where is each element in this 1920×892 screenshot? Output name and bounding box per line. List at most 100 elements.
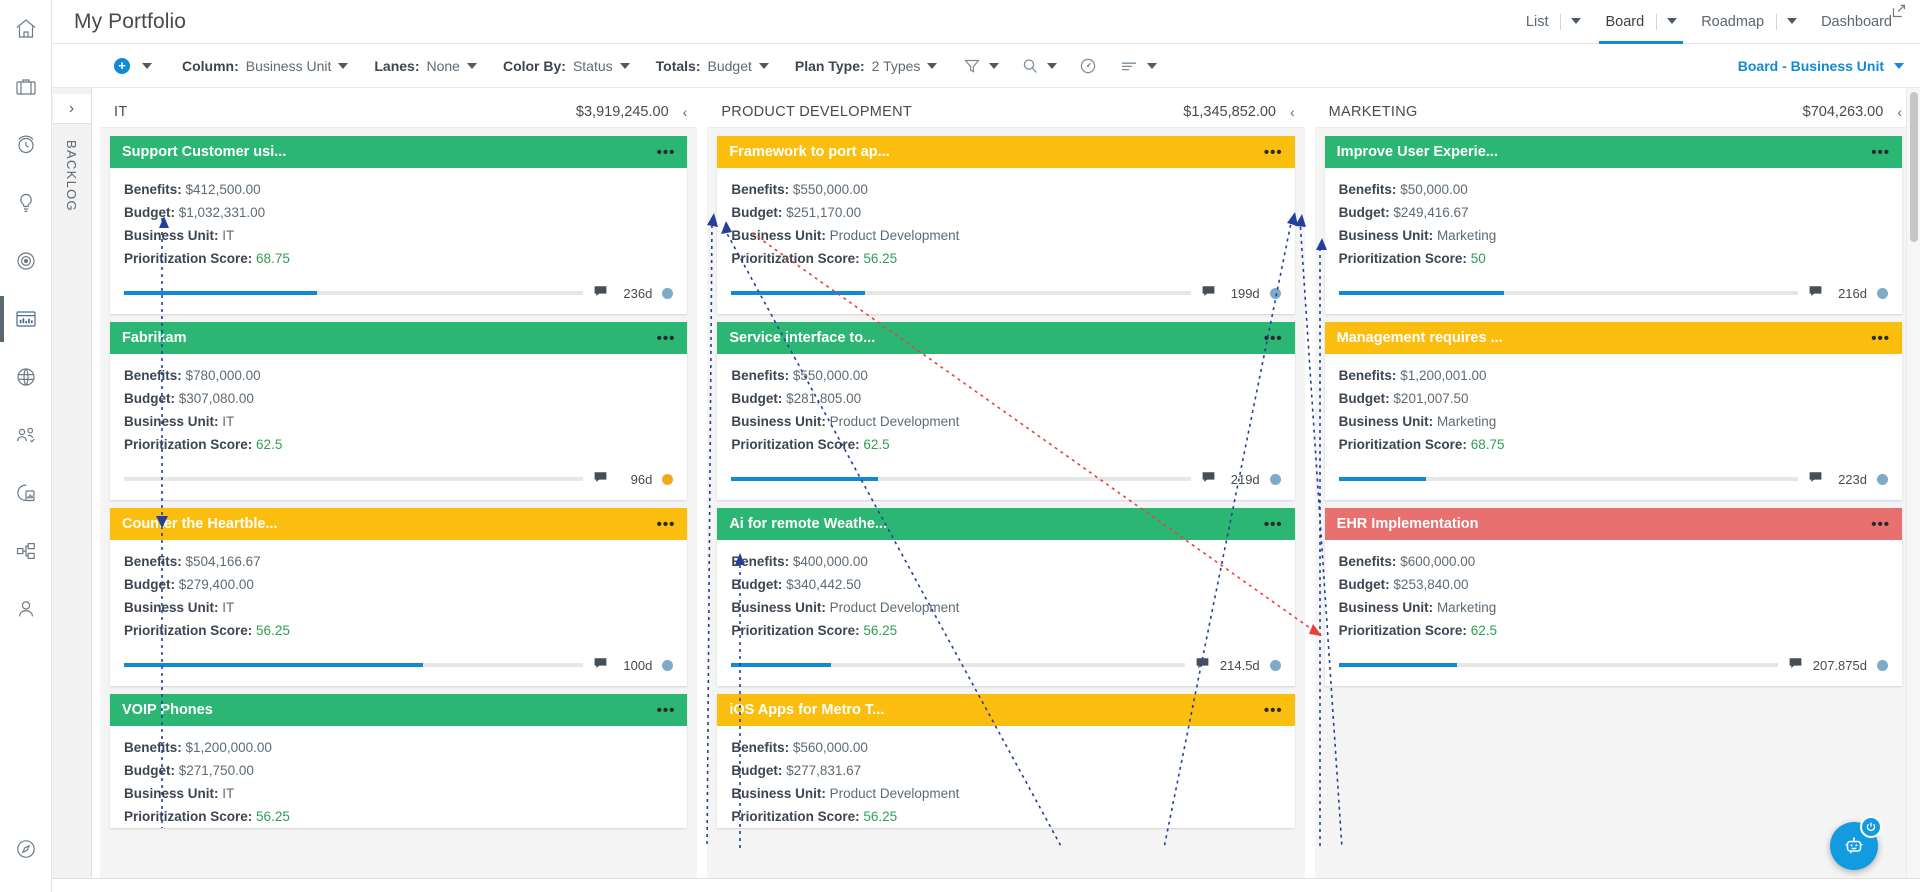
gauge-button[interactable] [1079,57,1097,75]
tab-roadmap[interactable]: Roadmap [1689,0,1809,44]
comment-icon[interactable] [1788,656,1803,674]
card-business-unit-row: Business Unit: Marketing [1339,596,1888,619]
comment-icon[interactable] [593,656,608,674]
filter-totals[interactable]: Totals: Budget [656,58,769,74]
filter-color-by[interactable]: Color By: Status [503,58,630,74]
plan-card[interactable]: EHR Implementation ••• Benefits: $600,000.… [1324,508,1902,686]
tab-roadmap-caret[interactable] [1777,0,1809,44]
comment-icon[interactable] [1201,284,1216,302]
power-icon[interactable] [1860,816,1882,838]
tab-board[interactable]: Board [1593,0,1689,44]
plan-card[interactable]: Management requires ... ••• Benefits: $1,2… [1324,322,1902,500]
card-footer: 216d [1325,270,1902,314]
plan-card[interactable]: Framework to port ap... ••• Benefits: $550… [717,136,1295,314]
plan-card[interactable]: Ai for remote Weathe... ••• Benefits: $400… [717,508,1295,686]
card-budget-row: Budget: $249,416.67 [1339,201,1888,224]
card-menu-button[interactable]: ••• [1256,331,1283,346]
board-selector[interactable]: Board - Business Unit [1738,58,1904,74]
chevron-down-icon[interactable] [466,62,477,69]
filter-column[interactable]: Column: Business Unit [182,58,349,74]
add-plan-group[interactable]: + [114,57,152,74]
plan-card[interactable]: Improve User Experie... ••• Benefits: $50,… [1324,136,1902,314]
column-name: IT [114,103,128,120]
nav-item-plans[interactable] [0,290,52,348]
nav-item-timesheets[interactable] [0,116,52,174]
nav-item-reports[interactable] [0,464,52,522]
comment-icon[interactable] [593,470,608,488]
chevron-down-icon[interactable] [619,62,630,69]
card-score-row: Prioritization Score: 68.75 [124,247,673,270]
comment-icon[interactable] [1195,656,1210,674]
card-menu-button[interactable]: ••• [1863,145,1890,160]
nav-item-home[interactable] [0,0,52,58]
sort-button[interactable] [1119,57,1158,75]
column-collapse-button[interactable]: ‹ [1290,105,1295,119]
add-plan-button[interactable]: + [114,57,130,74]
card-menu-button[interactable]: ••• [649,703,676,718]
title-bar: My Portfolio List Board Roadmap Dashboar… [52,0,1920,44]
score-label: Prioritization Score: [1338,437,1467,452]
comment-icon[interactable] [1808,284,1823,302]
filter-plan-type[interactable]: Plan Type: 2 Types [795,58,938,74]
benefits-label: Benefits: [1338,554,1397,569]
nav-item-goals[interactable] [0,232,52,290]
expand-icon[interactable] [1892,4,1906,23]
card-business-unit-row: Business Unit: IT [124,596,673,619]
plan-card[interactable]: Counter the Heartble... ••• Benefits: $504… [110,508,688,686]
score-label: Prioritization Score: [1338,251,1467,266]
card-menu-button[interactable]: ••• [1863,517,1890,532]
add-plan-caret[interactable] [142,62,152,69]
search-button[interactable] [1021,57,1058,75]
tab-board-caret[interactable] [1657,0,1689,44]
chevron-down-icon[interactable] [927,62,938,69]
filter-lanes[interactable]: Lanes: None [374,58,477,74]
nav-item-explore[interactable] [0,820,52,878]
chevron-down-icon[interactable] [1047,62,1058,69]
benefits-value: $550,000.00 [792,182,868,197]
tab-list-caret[interactable] [1561,0,1593,44]
nav-item-portfolios[interactable] [0,58,52,116]
card-menu-button[interactable]: ••• [1256,517,1283,532]
nav-item-profile[interactable] [0,580,52,638]
board-vertical-scrollbar[interactable]: ▼ [1906,88,1920,892]
chatbot-fab[interactable] [1830,816,1882,870]
nav-item-ideas[interactable] [0,174,52,232]
scrollbar-thumb[interactable] [1910,92,1918,242]
card-menu-button[interactable]: ••• [1256,145,1283,160]
card-budget-row: Budget: $1,032,331.00 [124,201,673,224]
plan-card[interactable]: Service interface to... ••• Benefits: $550… [717,322,1295,500]
card-footer: 207.875d [1325,642,1902,686]
card-menu-button[interactable]: ••• [1863,331,1890,346]
tab-dashboard[interactable]: Dashboard [1809,0,1904,44]
column-collapse-button[interactable]: ‹ [683,105,688,119]
card-menu-button[interactable]: ••• [649,517,676,532]
benefits-value: $400,000.00 [792,554,868,569]
plan-card[interactable]: VOIP Phones ••• Benefits: $1,200,000.00 Bud… [110,694,688,828]
card-menu-button[interactable]: ••• [649,331,676,346]
benefits-value: $1,200,001.00 [1400,368,1487,383]
column-collapse-button[interactable]: ‹ [1897,105,1902,119]
card-menu-button[interactable]: ••• [1256,703,1283,718]
nav-item-structure[interactable] [0,522,52,580]
plan-card[interactable]: Fabrikam ••• Benefits: $780,000.00 Budget: … [110,322,688,500]
card-body: Benefits: $1,200,001.00 Budget: $201,007.… [1325,354,1902,456]
nav-item-resources[interactable] [0,406,52,464]
progress-bar [1338,663,1778,667]
chevron-down-icon[interactable] [1147,62,1158,69]
comment-icon[interactable] [1808,470,1823,488]
chevron-down-icon[interactable] [338,62,349,69]
nav-item-global[interactable] [0,348,52,406]
comment-icon[interactable] [593,284,608,302]
filter-button[interactable] [963,57,1000,75]
plan-card[interactable]: iOS Apps for Metro T... ••• Benefits: $560… [717,694,1295,828]
comment-icon[interactable] [1201,470,1216,488]
chevron-down-icon[interactable] [758,62,769,69]
business-unit-label: Business Unit: [1338,414,1434,429]
card-menu-button[interactable]: ••• [649,145,676,160]
plan-card[interactable]: Support Customer usi... ••• Benefits: $412… [110,136,688,314]
card-footer: 223d [1325,456,1902,500]
backlog-expand-button[interactable]: › [52,94,91,124]
tab-list[interactable]: List [1514,0,1594,44]
card-benefits-row: Benefits: $504,166.67 [124,550,673,573]
chevron-down-icon[interactable] [989,62,1000,69]
